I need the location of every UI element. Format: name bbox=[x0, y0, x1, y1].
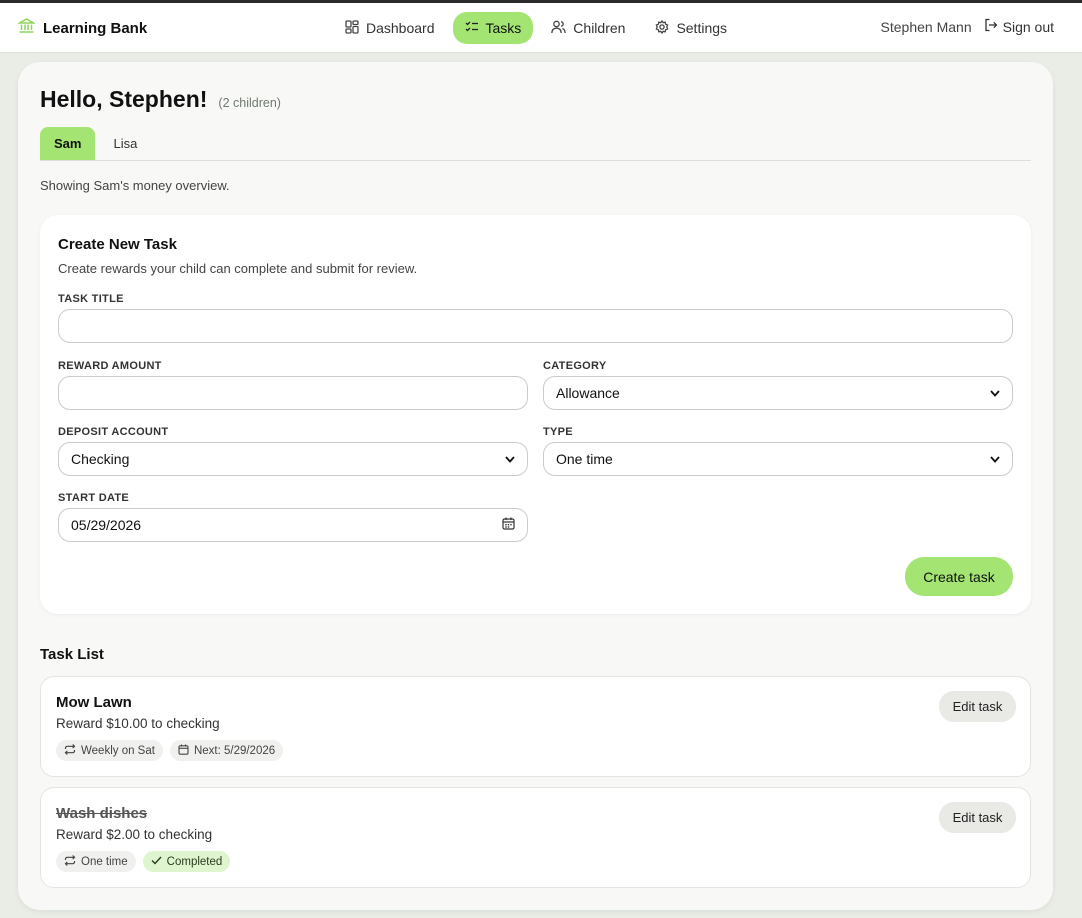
task-card: Wash dishes Reward $2.00 to checking One… bbox=[40, 787, 1031, 888]
calendar-icon bbox=[178, 744, 189, 758]
start-date-value: 05/29/2026 bbox=[71, 517, 142, 533]
next-date-chip-label: Next: 5/29/2026 bbox=[193, 744, 276, 757]
nav-settings-label: Settings bbox=[676, 20, 728, 36]
repeat-icon bbox=[64, 854, 76, 869]
calendar-icon[interactable] bbox=[502, 517, 515, 533]
nav-dashboard-label: Dashboard bbox=[366, 20, 435, 36]
sign-out-button[interactable]: Sign out bbox=[984, 18, 1054, 35]
nav-children-label: Children bbox=[573, 20, 626, 36]
nav-tasks-label: Tasks bbox=[485, 20, 522, 36]
chevron-down-icon bbox=[990, 388, 1000, 398]
task-title: Wash dishes bbox=[56, 805, 148, 822]
next-date-chip: Next: 5/29/2026 bbox=[169, 740, 284, 761]
form-title: Create New Task bbox=[58, 236, 177, 253]
task-title-input[interactable] bbox=[58, 309, 1013, 343]
create-task-button[interactable]: Create task bbox=[905, 557, 1013, 596]
deposit-account-value: Checking bbox=[71, 451, 130, 467]
schedule-chip: Weekly on Sat bbox=[56, 740, 163, 761]
sign-out-label: Sign out bbox=[1002, 18, 1054, 35]
schedule-chip-label: Weekly on Sat bbox=[81, 744, 155, 757]
checklist-icon bbox=[465, 20, 479, 37]
chevron-down-icon bbox=[505, 454, 515, 464]
task-chips: One time Completed bbox=[56, 851, 231, 872]
task-card: Mow Lawn Reward $10.00 to checking Weekl… bbox=[40, 676, 1031, 777]
app-name: Learning Bank bbox=[43, 19, 148, 37]
task-reward: Reward $2.00 to checking bbox=[56, 827, 213, 842]
category-value: Allowance bbox=[556, 385, 620, 401]
main-nav: Dashboard Tasks Children Settings bbox=[333, 12, 739, 44]
brand[interactable]: Learning Bank bbox=[16, 17, 148, 39]
gear-icon bbox=[655, 19, 669, 37]
users-icon bbox=[551, 20, 567, 37]
schedule-chip-label: One time bbox=[81, 855, 128, 868]
top-navbar: Learning Bank Dashboard Tasks Children S… bbox=[0, 3, 1082, 53]
task-chips: Weekly on Sat Next: 5/29/2026 bbox=[56, 740, 284, 761]
completed-chip: Completed bbox=[142, 851, 231, 872]
overview-text: Showing Sam's money overview. bbox=[40, 178, 230, 193]
child-tab-sam[interactable]: Sam bbox=[40, 127, 96, 160]
create-task-form: Create New Task Create rewards your chil… bbox=[40, 215, 1031, 614]
child-tabs: Sam Lisa bbox=[40, 127, 1031, 161]
greeting: Hello, Stephen! (2 children) bbox=[40, 86, 281, 113]
type-value: One time bbox=[556, 451, 613, 467]
category-select[interactable]: Allowance bbox=[543, 376, 1013, 410]
edit-task-button[interactable]: Edit task bbox=[939, 691, 1016, 722]
page-title: Hello, Stephen! bbox=[40, 86, 208, 112]
user-area: Stephen Mann Sign out bbox=[881, 18, 1054, 35]
repeat-icon bbox=[64, 743, 76, 758]
edit-task-button[interactable]: Edit task bbox=[939, 802, 1016, 833]
start-date-input[interactable]: 05/29/2026 bbox=[58, 508, 528, 542]
dashboard-grid-icon bbox=[345, 19, 359, 37]
deposit-account-label: DEPOSIT ACCOUNT bbox=[58, 426, 169, 438]
task-list-title: Task List bbox=[40, 646, 104, 663]
children-count: (2 children) bbox=[218, 96, 281, 110]
schedule-chip: One time bbox=[56, 851, 136, 872]
deposit-account-select[interactable]: Checking bbox=[58, 442, 528, 476]
bank-icon bbox=[16, 17, 37, 39]
child-tab-lisa[interactable]: Lisa bbox=[99, 127, 151, 160]
form-subtitle: Create rewards your child can complete a… bbox=[58, 261, 418, 276]
category-label: CATEGORY bbox=[543, 360, 607, 372]
sign-out-icon bbox=[984, 18, 998, 35]
nav-settings[interactable]: Settings bbox=[643, 12, 739, 44]
type-select[interactable]: One time bbox=[543, 442, 1013, 476]
start-date-label: START DATE bbox=[58, 492, 130, 504]
nav-dashboard[interactable]: Dashboard bbox=[333, 12, 447, 44]
type-label: TYPE bbox=[543, 426, 573, 438]
main-panel: Hello, Stephen! (2 children) Sam Lisa Sh… bbox=[18, 62, 1053, 910]
nav-children[interactable]: Children bbox=[539, 12, 637, 44]
completed-chip-label: Completed bbox=[166, 855, 223, 868]
user-name: Stephen Mann bbox=[880, 18, 972, 35]
reward-amount-label: REWARD AMOUNT bbox=[58, 360, 162, 372]
task-title: Mow Lawn bbox=[56, 694, 132, 711]
task-title-label: TASK TITLE bbox=[58, 293, 124, 305]
chevron-down-icon bbox=[990, 454, 1000, 464]
reward-amount-input[interactable] bbox=[58, 376, 528, 410]
check-icon bbox=[151, 856, 162, 868]
nav-tasks[interactable]: Tasks bbox=[452, 12, 534, 44]
task-reward: Reward $10.00 to checking bbox=[56, 716, 220, 731]
